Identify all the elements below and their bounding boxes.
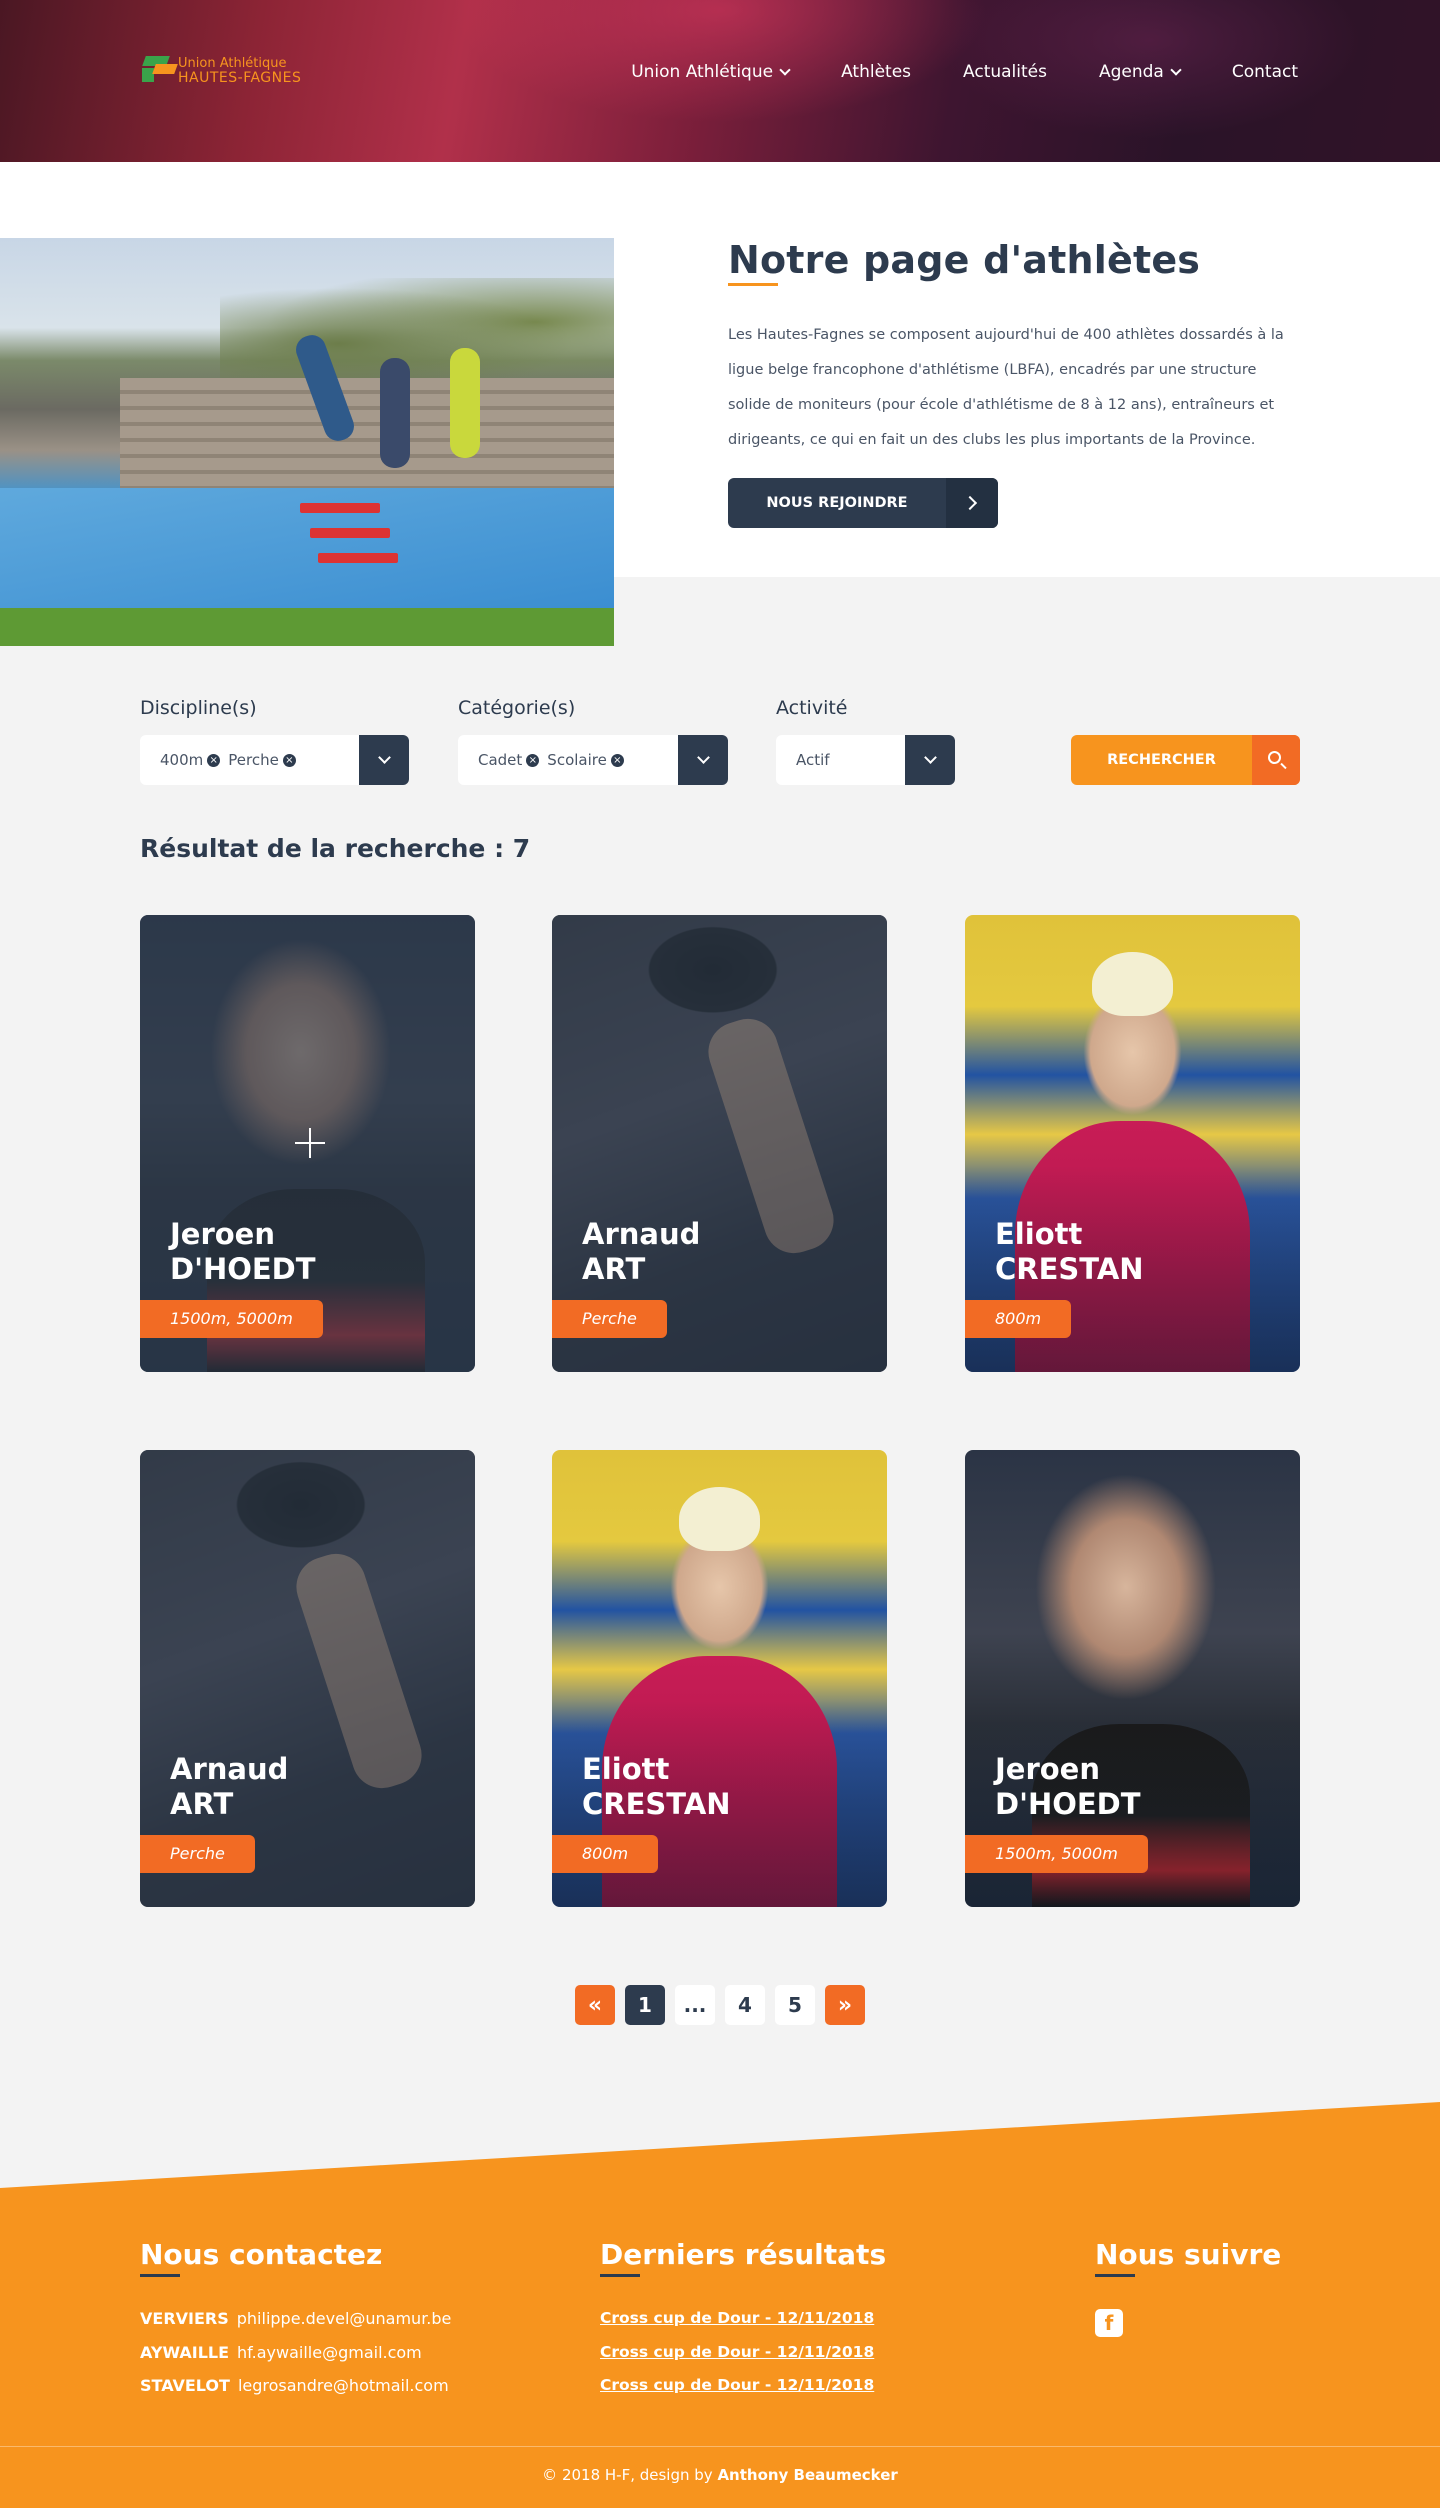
athlete-name: Eliott CRESTAN	[582, 1752, 731, 1821]
designer-link[interactable]: Anthony Beaumecker	[717, 2466, 897, 2484]
join-button-label: NOUS REJOINDRE	[766, 495, 908, 511]
chevron-down-icon[interactable]	[678, 735, 728, 785]
results-title: Derniers résultats	[600, 2238, 887, 2277]
site-header: Union Athlétique HAUTES-FAGNES Union Ath…	[0, 0, 1440, 162]
athlete-name: Arnaud ART	[582, 1217, 701, 1286]
plus-icon	[295, 1128, 325, 1158]
site-logo[interactable]: Union Athlétique HAUTES-FAGNES	[140, 52, 320, 88]
athlete-card[interactable]: Arnaud ART Perche	[140, 1450, 475, 1907]
chevron-down-icon[interactable]	[905, 735, 955, 785]
remove-tag-icon[interactable]: ×	[526, 753, 540, 767]
copyright: © 2018 H-F, design by Anthony Beaumecker	[542, 2466, 898, 2484]
page-ellipsis: ...	[675, 1985, 715, 2025]
athlete-disciplines: Perche	[552, 1300, 667, 1338]
tag-cadet[interactable]: Cadet ×	[478, 751, 540, 769]
chevron-right-icon	[946, 478, 998, 528]
tag-400m[interactable]: 400m ×	[160, 751, 221, 769]
activity-label: Activité	[776, 697, 848, 719]
athlete-disciplines: 1500m, 5000m	[965, 1835, 1148, 1873]
contact-title: Nous contactez	[140, 2238, 383, 2277]
remove-tag-icon[interactable]: ×	[610, 753, 624, 767]
search-button[interactable]: RECHERCHER	[1071, 735, 1300, 785]
chevron-down-icon[interactable]	[359, 735, 409, 785]
result-link[interactable]: Cross cup de Dour - 12/11/2018	[600, 2376, 874, 2394]
discipline-label: Discipline(s)	[140, 697, 257, 719]
results-count: Résultat de la recherche : 7	[140, 834, 531, 863]
athlete-card[interactable]: Arnaud ART Perche	[552, 915, 887, 1372]
next-page-button[interactable]: »	[825, 1985, 865, 2025]
athlete-disciplines: 1500m, 5000m	[140, 1300, 323, 1338]
athlete-card[interactable]: Jeroen D'HOEDT 1500m, 5000m	[965, 1450, 1300, 1907]
nav-label: Contact	[1231, 62, 1298, 82]
search-icon	[1252, 735, 1300, 785]
contact-stavelot: STAVELOT legrosandre@hotmail.com	[140, 2376, 449, 2395]
nav-athletes[interactable]: Athlètes	[841, 62, 911, 82]
nav-label: Actualités	[963, 62, 1047, 82]
intro-text: Les Hautes-Fagnes se composent aujourd'h…	[728, 327, 1284, 448]
join-button[interactable]: NOUS REJOINDRE	[728, 478, 998, 528]
nav-actualites[interactable]: Actualités	[963, 62, 1047, 82]
nav-label: Athlètes	[841, 62, 912, 82]
chevron-down-icon	[1170, 63, 1182, 76]
tag-label: Scolaire	[547, 751, 607, 769]
logo-line-2: HAUTES-FAGNES	[178, 70, 302, 86]
athlete-disciplines: 800m	[965, 1300, 1072, 1338]
nav-agenda[interactable]: Agenda	[1098, 62, 1182, 82]
activity-select[interactable]: Actif	[776, 735, 955, 785]
facebook-icon[interactable]: f	[1095, 2309, 1123, 2337]
contact-aywaille: AYWAILLE hf.aywaille@gmail.com	[140, 2343, 422, 2362]
page-1-button[interactable]: 1	[625, 1985, 665, 2025]
logo-line-1: Union Athlétique	[178, 56, 287, 71]
tag-scolaire[interactable]: Scolaire ×	[547, 751, 624, 769]
search-button-label: RECHERCHER	[1107, 752, 1216, 768]
athlete-card[interactable]: Jeroen D'HOEDT 1500m, 5000m	[140, 915, 475, 1372]
nav-label: Union Athlétique	[631, 62, 774, 82]
discipline-select[interactable]: 400m × Perche ×	[140, 735, 409, 785]
category-label: Catégorie(s)	[458, 697, 576, 719]
athlete-card[interactable]: Eliott CRESTAN 800m	[552, 1450, 887, 1907]
main-nav: Union Athlétique Athlètes Actualités Age…	[579, 62, 1298, 82]
nav-contact[interactable]: Contact	[1232, 62, 1298, 82]
tag-label: Cadet	[478, 751, 523, 769]
remove-tag-icon[interactable]: ×	[282, 753, 296, 767]
athlete-name: Jeroen D'HOEDT	[995, 1752, 1141, 1821]
result-link[interactable]: Cross cup de Dour - 12/11/2018	[600, 2309, 874, 2327]
tag-label: 400m	[160, 751, 204, 769]
site-footer	[0, 2102, 1440, 2508]
page-title: Notre page d'athlètes	[728, 238, 1201, 282]
contact-verviers: VERVIERS philippe.devel@unamur.be	[140, 2309, 452, 2328]
tag-label: Perche	[228, 751, 279, 769]
athlete-card[interactable]: Eliott CRESTAN 800m	[965, 915, 1300, 1372]
hurdles-photo	[0, 238, 614, 646]
page-4-button[interactable]: 4	[725, 1985, 765, 2025]
nav-union-athletique[interactable]: Union Athlétique	[631, 62, 791, 82]
tag-perche[interactable]: Perche ×	[228, 751, 296, 769]
pagination: « 1 ... 4 5 »	[575, 1985, 865, 2025]
nav-label: Agenda	[1098, 62, 1164, 82]
remove-tag-icon[interactable]: ×	[207, 753, 221, 767]
logo-mark-icon	[140, 52, 180, 84]
category-select[interactable]: Cadet × Scolaire ×	[458, 735, 728, 785]
result-link[interactable]: Cross cup de Dour - 12/11/2018	[600, 2343, 874, 2361]
athlete-name: Eliott CRESTAN	[995, 1217, 1144, 1286]
page-5-button[interactable]: 5	[775, 1985, 815, 2025]
contact-email[interactable]: philippe.devel@unamur.be	[237, 2309, 452, 2328]
footer-divider	[0, 2446, 1440, 2447]
athlete-disciplines: Perche	[140, 1835, 255, 1873]
athlete-name: Jeroen D'HOEDT	[170, 1217, 316, 1286]
chevron-down-icon	[779, 63, 791, 76]
activity-value: Actif	[796, 751, 830, 769]
contact-email[interactable]: legrosandre@hotmail.com	[238, 2376, 449, 2395]
title-underline	[728, 283, 778, 286]
athlete-name: Arnaud ART	[170, 1752, 289, 1821]
follow-title: Nous suivre	[1095, 2238, 1282, 2277]
prev-page-button[interactable]: «	[575, 1985, 615, 2025]
contact-email[interactable]: hf.aywaille@gmail.com	[237, 2343, 422, 2362]
athlete-disciplines: 800m	[552, 1835, 659, 1873]
